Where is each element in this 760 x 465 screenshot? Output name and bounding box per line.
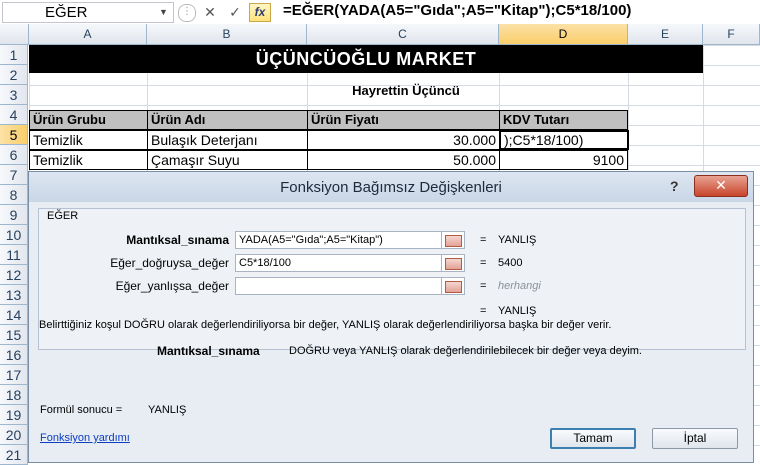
row-header[interactable]: 5 — [0, 125, 28, 145]
column-header-d[interactable]: D — [499, 24, 628, 44]
header-cell-urun-adi[interactable]: Ürün Adı — [147, 110, 308, 130]
enter-entry-icon[interactable]: ✓ — [226, 3, 244, 21]
row-header[interactable]: 17 — [0, 365, 28, 385]
table-cell[interactable]: Temizlik — [29, 130, 148, 150]
header-cell-kdv-tutari[interactable]: KDV Tutarı — [499, 110, 628, 130]
formula-result-label: Formül sonucu = — [40, 404, 123, 416]
formula-result-value: YANLIŞ — [148, 404, 187, 416]
cancel-entry-icon[interactable]: ✕ — [201, 3, 219, 21]
overall-equals: = — [480, 305, 487, 317]
row-header[interactable]: 1 — [0, 45, 28, 65]
table-cell[interactable]: 9100 — [499, 150, 628, 170]
row-header[interactable]: 7 — [0, 165, 28, 185]
ok-button[interactable]: Tamam — [550, 428, 636, 449]
function-help-link[interactable]: Fonksiyon yardımı — [40, 432, 130, 444]
formula-input[interactable]: =EĞER(YADA(A5="Gıda";A5="Kitap");C5*18/1… — [283, 2, 631, 19]
collapse-dialog-icon[interactable] — [441, 277, 465, 295]
arg-input-mantiksal-sinama[interactable]: YADA(A5="Gıda";A5="Kitap") — [235, 231, 443, 249]
arg-label-eger-dogruysa-deger: Eğer_doğruysa_değer — [110, 256, 229, 270]
column-header-e[interactable]: E — [628, 24, 703, 44]
arg-label-eger-yanlissa-deger: Eğer_yanlışsa_değer — [115, 279, 229, 293]
row-header[interactable]: 10 — [0, 225, 28, 245]
header-cell-urun-fiyati[interactable]: Ürün Fiyatı — [307, 110, 500, 130]
table-cell[interactable]: 30.000 — [307, 130, 500, 150]
row-header[interactable]: 2 — [0, 65, 28, 85]
header-cell-urun-grubu[interactable]: Ürün Grubu — [29, 110, 148, 130]
close-icon[interactable]: ✕ — [694, 175, 748, 197]
function-arguments-dialog: Fonksiyon Bağımsız Değişkenleri ? ✕ EĞER… — [28, 171, 754, 463]
sheet-title[interactable]: ÜÇÜNCÜOĞLU MARKET — [29, 45, 703, 73]
column-header-c[interactable]: C — [307, 24, 499, 44]
row-header[interactable]: 21 — [0, 445, 28, 465]
row-header[interactable]: 14 — [0, 305, 28, 325]
row-header[interactable]: 12 — [0, 265, 28, 285]
name-box[interactable]: EĞER ▼ — [2, 2, 174, 23]
arg-equals: = — [480, 280, 487, 292]
arg-label-mantiksal-sinama: Mantıksal_sınama — [126, 233, 229, 247]
arg-help-name: Mantıksal_sınama — [157, 344, 260, 358]
name-box-value: EĞER — [45, 4, 88, 21]
collapse-dialog-icon[interactable] — [441, 254, 465, 272]
active-cell-d5[interactable]: );C5*18/100) — [499, 130, 629, 150]
arg-help-text: DOĞRU veya YANLIŞ olarak değerlendirileb… — [289, 345, 642, 357]
table-cell[interactable]: Çamaşır Suyu — [147, 150, 308, 170]
help-icon[interactable]: ? — [670, 178, 679, 194]
row-header[interactable]: 3 — [0, 85, 28, 105]
formula-bar: EĞER ▼ ⋮ ✕ ✓ fx =EĞER(YADA(A5="Gıda";A5=… — [0, 0, 760, 25]
row-header[interactable]: 9 — [0, 205, 28, 225]
resize-handle-icon[interactable]: ⋮ — [178, 4, 196, 22]
row-header[interactable]: 16 — [0, 345, 28, 365]
arg-equals: = — [480, 234, 487, 246]
row-header[interactable]: 18 — [0, 385, 28, 405]
row-header[interactable]: 11 — [0, 245, 28, 265]
row-header[interactable]: 6 — [0, 145, 28, 165]
function-name: EĞER — [47, 210, 79, 222]
function-description: Belirttiğiniz koşul DOĞRU olarak değerle… — [39, 319, 612, 331]
collapse-dialog-icon[interactable] — [441, 231, 465, 249]
column-header-a[interactable]: A — [29, 24, 147, 44]
overall-result: YANLIŞ — [498, 305, 537, 317]
table-cell[interactable]: Temizlik — [29, 150, 148, 170]
column-headers: A B C D E F — [0, 24, 760, 45]
arg-input-eger-yanlissa-deger[interactable] — [235, 277, 443, 295]
table-cell[interactable]: 50.000 — [307, 150, 500, 170]
arg-result-eger-dogruysa-deger: 5400 — [498, 257, 523, 269]
arg-input-eger-dogruysa-deger[interactable]: C5*18/100 — [235, 254, 443, 272]
row-header[interactable]: 19 — [0, 405, 28, 425]
row-header[interactable]: 20 — [0, 425, 28, 445]
row-header[interactable]: 13 — [0, 285, 28, 305]
arg-result-mantiksal-sinama: YANLIŞ — [498, 234, 537, 246]
cancel-button[interactable]: İptal — [652, 428, 738, 449]
column-header-b[interactable]: B — [147, 24, 307, 44]
row-header[interactable]: 15 — [0, 325, 28, 345]
dialog-title: Fonksiyon Bağımsız Değişkenleri — [280, 179, 502, 196]
column-header-f[interactable]: F — [703, 24, 760, 44]
dialog-title-bar[interactable]: Fonksiyon Bağımsız Değişkenleri — [29, 172, 753, 202]
insert-function-icon[interactable]: fx — [249, 3, 271, 22]
chevron-down-icon[interactable]: ▼ — [159, 7, 168, 17]
arg-equals: = — [480, 257, 487, 269]
row-header[interactable]: 4 — [0, 105, 28, 125]
select-all-corner[interactable] — [0, 24, 29, 44]
table-cell[interactable]: Bulaşık Deterjanı — [147, 130, 308, 150]
sheet-subtitle[interactable]: Hayrettin Üçüncü — [306, 83, 506, 98]
arg-result-eger-yanlissa-deger: herhangi — [498, 280, 541, 292]
row-header[interactable]: 8 — [0, 185, 28, 205]
